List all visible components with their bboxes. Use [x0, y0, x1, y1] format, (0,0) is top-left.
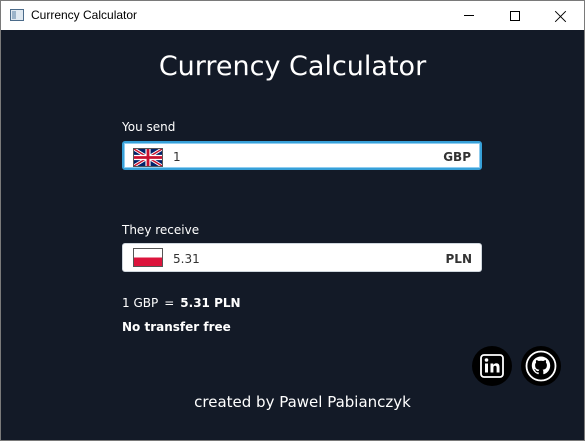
- rate-equals: =: [164, 296, 175, 310]
- receive-amount-input[interactable]: [173, 249, 413, 268]
- app-icon: [10, 9, 24, 21]
- window-title: Currency Calculator: [31, 8, 138, 22]
- rate-from: 1 GBP: [122, 296, 159, 310]
- minimize-icon: [464, 15, 474, 16]
- github-icon: [525, 350, 557, 382]
- minimize-button[interactable]: [446, 1, 492, 30]
- maximize-button[interactable]: [492, 1, 538, 30]
- send-label: You send: [122, 120, 176, 134]
- poland-flag-icon: [133, 248, 163, 267]
- send-field[interactable]: GBP: [122, 141, 482, 170]
- linkedin-button[interactable]: [472, 346, 512, 386]
- github-button[interactable]: [521, 346, 561, 386]
- close-icon: [555, 10, 567, 22]
- rate-to: 5.31 PLN: [180, 296, 241, 310]
- fee-note: No transfer free: [122, 320, 231, 334]
- send-currency-code: GBP: [443, 150, 471, 164]
- maximize-icon: [510, 10, 520, 21]
- receive-field[interactable]: PLN: [122, 243, 482, 272]
- linkedin-icon: [480, 354, 504, 378]
- receive-label: They receive: [122, 223, 200, 237]
- receive-currency-code: PLN: [445, 252, 472, 266]
- united-kingdom-flag-icon: [133, 148, 163, 167]
- page-title: Currency Calculator: [158, 51, 427, 82]
- exchange-rate: 1 GBP = 5.31 PLN: [122, 296, 241, 310]
- title-bar: Currency Calculator: [1, 1, 584, 30]
- footer-credit: created by Pawel Pabianczyk: [194, 393, 411, 411]
- close-button[interactable]: [538, 1, 584, 30]
- app-window: Currency Calculator Currency Calculator …: [0, 0, 585, 441]
- send-amount-input[interactable]: [173, 147, 413, 166]
